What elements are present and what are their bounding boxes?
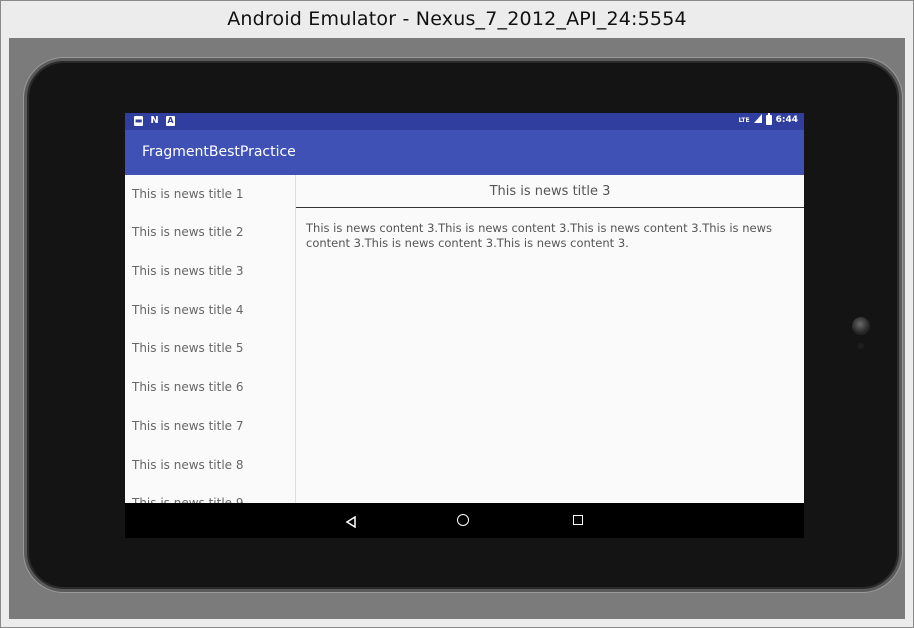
news-title-list[interactable]: This is news title 1 This is news title …	[125, 175, 296, 503]
list-item[interactable]: This is news title 7	[125, 407, 295, 446]
sensor-dot	[858, 343, 864, 349]
n-notification-icon: N	[150, 115, 159, 126]
window-title: Android Emulator - Nexus_7_2012_API_24:5…	[227, 8, 687, 30]
list-item[interactable]: This is news title 3	[125, 252, 295, 291]
navigation-bar	[125, 503, 804, 538]
list-item[interactable]: This is news title 6	[125, 368, 295, 407]
device-screen: ▬ N A LTE 6:44 FragmentBestPractice This…	[125, 113, 804, 538]
back-icon[interactable]	[345, 513, 357, 532]
list-item[interactable]: This is news title 5	[125, 329, 295, 368]
list-item[interactable]: This is news title 2	[125, 213, 295, 252]
status-time: 6:44	[775, 115, 798, 125]
news-detail-title: This is news title 3	[489, 184, 611, 199]
app-bar: FragmentBestPractice	[125, 130, 804, 175]
list-item[interactable]: This is news title 1	[125, 175, 295, 213]
list-item[interactable]: This is news title 8	[125, 446, 295, 485]
list-item[interactable]: This is news title 9	[125, 484, 295, 503]
recents-icon[interactable]	[573, 515, 583, 525]
app-title: FragmentBestPractice	[142, 144, 296, 160]
divider	[296, 207, 804, 208]
status-bar: ▬ N A LTE 6:44	[125, 113, 804, 130]
a-notification-icon: A	[166, 116, 175, 126]
news-detail-content: This is news content 3.This is news cont…	[306, 221, 772, 250]
lte-icon: LTE	[738, 116, 750, 124]
home-icon[interactable]	[457, 514, 469, 526]
camera-icon	[852, 317, 870, 335]
battery-icon	[765, 113, 772, 125]
sd-card-icon: ▬	[134, 116, 143, 126]
list-item[interactable]: This is news title 4	[125, 291, 295, 330]
news-detail-pane: This is news title 3 This is news conten…	[296, 175, 804, 503]
signal-icon	[753, 114, 762, 126]
